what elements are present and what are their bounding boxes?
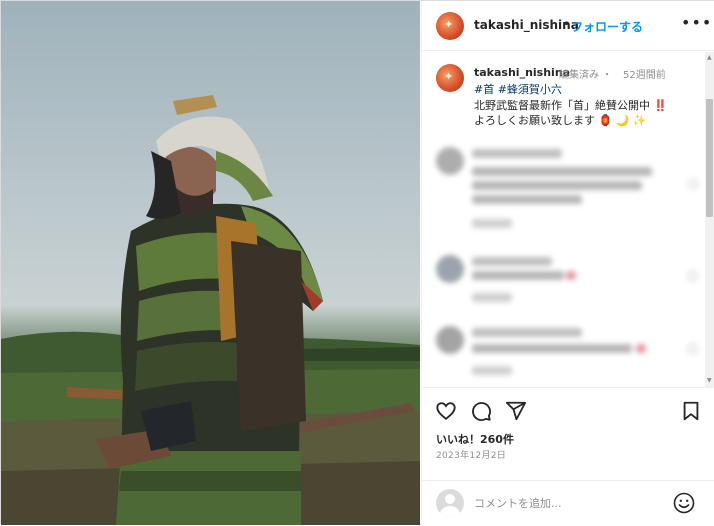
comments-list[interactable]: takashi_nishina 編集済み ・ 52週間前 #首 #蜂須賀小六 北… (422, 52, 705, 387)
follow-button[interactable]: フォローする (571, 18, 643, 35)
caption-line-2: よろしくお願い致します 🏮 🌙 ✨ (474, 114, 647, 127)
caption-hashtags[interactable]: #首 #蜂須賀小六 (474, 81, 562, 97)
smiley-icon[interactable] (672, 491, 696, 515)
post-date: 2023年12月2日 (436, 451, 507, 461)
blurred-comment-1 (436, 147, 698, 237)
comment-icon[interactable] (470, 400, 492, 422)
likes-count[interactable]: いいね！260件 (436, 431, 514, 447)
heart-icon[interactable] (435, 400, 457, 422)
caption-time: 52週間前 (623, 70, 666, 81)
blurred-comment-3 (436, 326, 698, 384)
comment-input[interactable] (474, 493, 664, 513)
post-actions: いいね！260件 2023年12月2日 (422, 387, 714, 525)
more-options-button[interactable]: ••• (681, 13, 712, 32)
current-user-avatar (436, 489, 464, 517)
samurai-photo-illustration (1, 95, 420, 525)
caption-edited-label: 編集済み ・ (559, 70, 613, 81)
post-header: takashi_nishina • フォローする ••• (422, 1, 714, 51)
scroll-down-arrow-icon[interactable]: ▼ (707, 377, 712, 384)
scroll-thumb[interactable] (706, 99, 713, 217)
scroll-up-arrow-icon[interactable]: ▲ (707, 54, 712, 61)
caption-username[interactable]: takashi_nishina (474, 66, 570, 79)
blurred-comment-2 (436, 255, 698, 305)
caption-avatar[interactable] (436, 64, 464, 92)
post-side-panel: takashi_nishina • フォローする ••• takashi_nis… (421, 1, 714, 525)
separator-dot: • (563, 17, 571, 31)
caption-line-1: 北野武監督最新作「首」絶賛公開中 ‼️ (474, 99, 668, 112)
add-comment-bar (422, 480, 714, 526)
instagram-post-modal: takashi_nishina • フォローする ••• takashi_nis… (0, 0, 714, 525)
author-avatar[interactable] (436, 12, 464, 40)
share-icon[interactable] (505, 400, 527, 422)
post-photo[interactable] (1, 1, 420, 525)
comments-scrollbar[interactable]: ▲ ▼ (705, 52, 714, 387)
bookmark-icon[interactable] (680, 400, 702, 422)
